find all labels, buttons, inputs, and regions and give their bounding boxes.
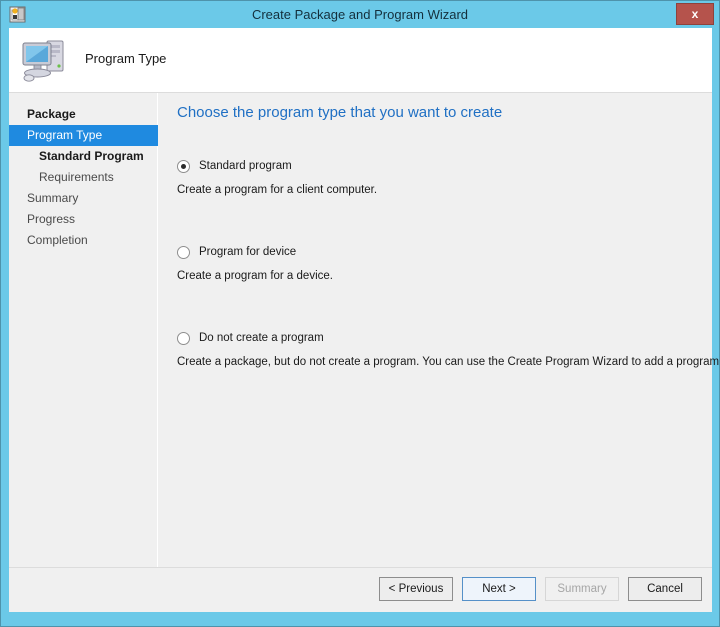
wizard-body: Package Program Type Standard Program Re… bbox=[9, 93, 720, 612]
radio-program-for-device[interactable] bbox=[177, 245, 190, 259]
option-standard-program-label: Standard program bbox=[199, 160, 292, 172]
sidebar-item-completion[interactable]: Completion bbox=[9, 230, 158, 251]
previous-button[interactable]: < Previous bbox=[379, 577, 453, 601]
option-do-not-create-program-description: Create a package, but do not create a pr… bbox=[177, 356, 720, 368]
wizard-steps-list: Package Program Type Standard Program Re… bbox=[9, 104, 158, 251]
option-program-for-device-description: Create a program for a device. bbox=[177, 270, 333, 282]
computer-icon bbox=[19, 35, 71, 85]
sidebar-item-summary[interactable]: Summary bbox=[9, 188, 158, 209]
wizard-content: Choose the program type that you want to… bbox=[159, 93, 720, 612]
content-heading: Choose the program type that you want to… bbox=[177, 104, 503, 121]
option-do-not-create-program-label: Do not create a program bbox=[199, 332, 324, 344]
wizard-sidebar: Package Program Type Standard Program Re… bbox=[9, 93, 158, 612]
program-type-radio-group: Standard program Create a program for a … bbox=[177, 158, 720, 416]
wizard-window: Create Package and Program Wizard x Prog… bbox=[0, 0, 720, 627]
next-button[interactable]: Next > bbox=[462, 577, 536, 601]
wizard-footer: < Previous Next > Summary Cancel bbox=[9, 567, 712, 612]
wizard-header: Program Type bbox=[9, 28, 712, 93]
option-standard-program-row[interactable]: Standard program bbox=[177, 158, 697, 174]
window-title: Create Package and Program Wizard bbox=[251, 7, 469, 22]
option-program-for-device: Program for device Create a program for … bbox=[177, 244, 697, 282]
option-program-for-device-row[interactable]: Program for device bbox=[177, 244, 697, 260]
option-do-not-create-program-row[interactable]: Do not create a program bbox=[177, 330, 697, 346]
sidebar-item-progress[interactable]: Progress bbox=[9, 209, 158, 230]
page-title: Program Type bbox=[85, 51, 167, 66]
radio-standard-program[interactable] bbox=[177, 159, 190, 173]
title-bar: Create Package and Program Wizard x bbox=[1, 1, 719, 28]
cancel-button[interactable]: Cancel bbox=[628, 577, 702, 601]
close-button[interactable]: x bbox=[676, 3, 714, 25]
sidebar-item-program-type[interactable]: Program Type bbox=[9, 125, 158, 146]
summary-button: Summary bbox=[545, 577, 619, 601]
option-do-not-create-program: Do not create a program Create a package… bbox=[177, 330, 720, 368]
footer-button-row: < Previous Next > Summary Cancel bbox=[379, 577, 702, 601]
option-program-for-device-label: Program for device bbox=[199, 246, 297, 258]
sidebar-item-package[interactable]: Package bbox=[9, 104, 158, 125]
option-standard-program-description: Create a program for a client computer. bbox=[177, 184, 378, 196]
radio-do-not-create-program[interactable] bbox=[177, 331, 190, 345]
option-standard-program: Standard program Create a program for a … bbox=[177, 158, 697, 196]
sidebar-item-requirements[interactable]: Requirements bbox=[9, 167, 158, 188]
sidebar-item-standard-program[interactable]: Standard Program bbox=[9, 146, 158, 167]
